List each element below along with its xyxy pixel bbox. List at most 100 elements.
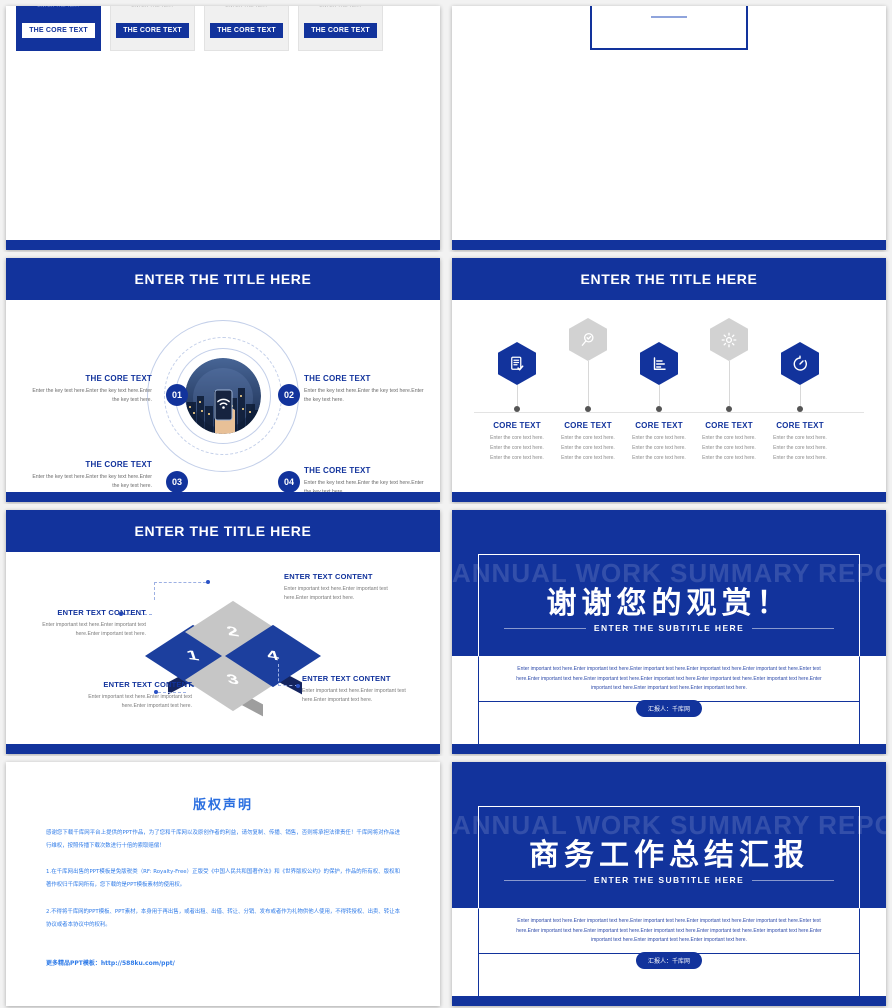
core-card[interactable]: ENTER THE TEXT THE CORE TEXT xyxy=(110,6,195,51)
slide-header: ENTER THE TITLE HERE xyxy=(6,258,440,300)
circle-item-heading: THE CORE TEXT xyxy=(85,374,152,383)
slide-footer-bar xyxy=(452,240,886,250)
hex-item-5[interactable]: CORE TEXT Enter the core text here. Ente… xyxy=(757,342,843,463)
framed-content-box xyxy=(590,6,748,50)
copyright-paragraph-1: 感谢您下载千库网平台上提供的PPT作品，为了您和千库网以及原创作者的利益，请勿复… xyxy=(46,830,400,849)
quad-label-3: ENTER TEXT CONTENT Enter important text … xyxy=(68,680,192,712)
slide-circle-infographic[interactable]: ENTER THE TITLE HERE 01 02 03 04 THE COR… xyxy=(6,258,440,502)
slide-cell-circle[interactable]: ENTER THE TITLE HERE 01 02 03 04 THE COR… xyxy=(0,252,446,504)
quad-tile-number: 3 xyxy=(224,671,242,688)
cover-subtitle: ENTER THE SUBTITLE HERE xyxy=(593,875,745,885)
core-card-chip: THE CORE TEXT xyxy=(304,23,377,38)
cover-paragraph: Enter important text here.Enter importan… xyxy=(516,918,822,943)
city-phone-wifi-photo xyxy=(185,358,261,434)
circle-item-02: THE CORE TEXT Enter the key text here.En… xyxy=(304,374,432,405)
circle-item-03: THE CORE TEXT Enter the key text here.En… xyxy=(24,460,152,491)
cover-title: 谢谢您的观赏！ xyxy=(546,586,792,621)
bar-chart-icon xyxy=(640,342,678,385)
circle-number-01[interactable]: 01 xyxy=(166,384,188,406)
slide-copyright[interactable]: 版权声明 感谢您下载千库网平台上提供的PPT作品，为了您和千库网以及原创作者的利… xyxy=(6,762,440,1006)
slide-footer-bar xyxy=(6,240,440,250)
timeline-dot xyxy=(797,406,803,412)
connector-dot xyxy=(296,684,300,688)
copyright-paragraph-2: 1.在千库网出售的PPT模板是免版税类（RF: Royalty-Free）正版受… xyxy=(46,869,400,889)
quad-label-heading: ENTER TEXT CONTENT xyxy=(57,608,146,617)
hex-item-desc: Enter the core text here. Enter the core… xyxy=(773,435,827,461)
quad-label-heading: ENTER TEXT CONTENT xyxy=(284,572,373,581)
slide-title: ENTER THE TITLE HERE xyxy=(134,271,312,287)
slide-body: CORE TEXT Enter the core text here. Ente… xyxy=(452,300,886,492)
timeline-dot xyxy=(585,406,591,412)
slide-footer-bar xyxy=(6,492,440,502)
slide-body: 1 2 3 4 ENTER TEXT CONTENT Enter importa… xyxy=(6,552,440,744)
copyright-title: 版权声明 xyxy=(192,798,253,813)
circle-item-heading: THE CORE TEXT xyxy=(304,374,371,383)
subtitle-rule-left xyxy=(504,627,586,629)
quad-tile-number: 1 xyxy=(184,647,202,664)
cover-canvas: ANNUAL WORK SUMMARY REPORT 谢谢您的观赏！ ENTER… xyxy=(452,510,886,754)
copyright-url[interactable]: 更多精品PPT模板：http://588ku.com/ppt/ xyxy=(46,957,400,971)
timeline-dot xyxy=(656,406,662,412)
cover-subtitle-row: ENTER THE SUBTITLE HERE xyxy=(504,623,835,633)
quad-tile-number: 2 xyxy=(224,623,242,640)
core-card-chip: THE CORE TEXT xyxy=(116,23,189,38)
quad-label-body: Enter important text here.Enter importan… xyxy=(302,688,406,704)
slide-title: ENTER THE TITLE HERE xyxy=(580,271,758,287)
slide-cell-thanks[interactable]: ANNUAL WORK SUMMARY REPORT 谢谢您的观赏！ ENTER… xyxy=(446,504,892,756)
core-card-sub: ENTER THE TEXT xyxy=(319,6,362,9)
stopwatch-icon xyxy=(781,342,819,385)
divider-line xyxy=(651,16,687,18)
circle-number-04[interactable]: 04 xyxy=(278,471,300,493)
subtitle-rule-right xyxy=(752,627,835,629)
reporter-badge: 汇报人：千库网 xyxy=(635,700,703,717)
cover-subtitle-row: ENTER THE SUBTITLE HERE xyxy=(504,875,835,885)
timeline-dot xyxy=(726,406,732,412)
quad-label-body: Enter important text here.Enter importan… xyxy=(88,694,192,710)
cover-subtitle: ENTER THE SUBTITLE HERE xyxy=(593,623,745,633)
slide-footer-bar xyxy=(452,492,886,502)
cover-paragraph: Enter important text here.Enter importan… xyxy=(516,666,822,691)
cover-canvas: ANNUAL WORK SUMMARY REPORT 商务工作总结汇报 ENTE… xyxy=(452,762,886,1006)
slide-isometric-quadrants[interactable]: ENTER THE TITLE HERE 1 2 3 4 ENTER TEXT … xyxy=(6,510,440,754)
circle-item-body: Enter the key text here.Enter the key te… xyxy=(32,388,152,404)
core-card-chip: THE CORE TEXT xyxy=(22,23,95,38)
circle-item-body: Enter the key text here.Enter the key te… xyxy=(32,474,152,490)
core-card-sub: ENTER THE TEXT xyxy=(131,6,174,9)
cover-title: 商务工作总结汇报 xyxy=(529,838,809,873)
slide-cell-quadrants[interactable]: ENTER THE TITLE HERE 1 2 3 4 ENTER TEXT … xyxy=(0,504,446,756)
circle-number-03[interactable]: 03 xyxy=(166,471,188,493)
hexagon-row: CORE TEXT Enter the core text here. Ente… xyxy=(452,308,886,488)
slide-cell-cards[interactable]: ENTER THE TEXT THE CORE TEXT ENTER THE T… xyxy=(0,0,446,252)
quad-label-heading: ENTER TEXT CONTENT xyxy=(302,674,391,683)
slide-cell-hexagons[interactable]: ENTER THE TITLE HERE CORE TEXT Enter the… xyxy=(446,252,892,504)
slide-cell-framebox[interactable] xyxy=(446,0,892,252)
quad-label-2: ENTER TEXT CONTENT Enter important text … xyxy=(284,572,408,604)
card-row: ENTER THE TEXT THE CORE TEXT ENTER THE T… xyxy=(16,6,383,51)
slide-title: ENTER THE TITLE HERE xyxy=(134,523,312,539)
slide-hexagon-timeline[interactable]: ENTER THE TITLE HERE CORE TEXT Enter the… xyxy=(452,258,886,502)
timeline-dot xyxy=(514,406,520,412)
slide-footer-bar xyxy=(452,744,886,754)
core-card[interactable]: ENTER THE TEXT THE CORE TEXT xyxy=(16,6,101,51)
circle-item-body: Enter the key text here.Enter the key te… xyxy=(304,388,424,404)
slide-gallery: ENTER THE TEXT THE CORE TEXT ENTER THE T… xyxy=(0,0,892,1006)
core-card[interactable]: ENTER THE TEXT THE CORE TEXT xyxy=(298,6,383,51)
circle-number-02[interactable]: 02 xyxy=(278,384,300,406)
slide-core-text-cards[interactable]: ENTER THE TEXT THE CORE TEXT ENTER THE T… xyxy=(6,6,440,250)
slide-cell-copyright[interactable]: 版权声明 感谢您下载千库网平台上提供的PPT作品，为了您和千库网以及原创作者的利… xyxy=(0,756,446,1008)
slide-thank-you[interactable]: ANNUAL WORK SUMMARY REPORT 谢谢您的观赏！ ENTER… xyxy=(452,510,886,754)
slide-cell-title[interactable]: ANNUAL WORK SUMMARY REPORT 商务工作总结汇报 ENTE… xyxy=(446,756,892,1008)
slide-framed-box[interactable] xyxy=(452,6,886,250)
core-card-sub: ENTER THE TEXT xyxy=(37,6,80,9)
slide-footer-bar xyxy=(452,996,886,1006)
slide-footer-bar xyxy=(6,744,440,754)
slide-body: 01 02 03 04 THE CORE TEXT Enter the key … xyxy=(6,300,440,495)
quad-label-body: Enter important text here.Enter importan… xyxy=(42,622,146,638)
gear-icon xyxy=(710,318,748,361)
reporter-badge: 汇报人：千库网 xyxy=(635,952,703,969)
quad-label-heading: ENTER TEXT CONTENT xyxy=(103,680,192,689)
subtitle-rule-left xyxy=(504,879,586,881)
core-card[interactable]: ENTER THE TEXT THE CORE TEXT xyxy=(204,6,289,51)
magnifier-check-icon xyxy=(569,318,607,361)
slide-title-cover[interactable]: ANNUAL WORK SUMMARY REPORT 商务工作总结汇报 ENTE… xyxy=(452,762,886,1006)
